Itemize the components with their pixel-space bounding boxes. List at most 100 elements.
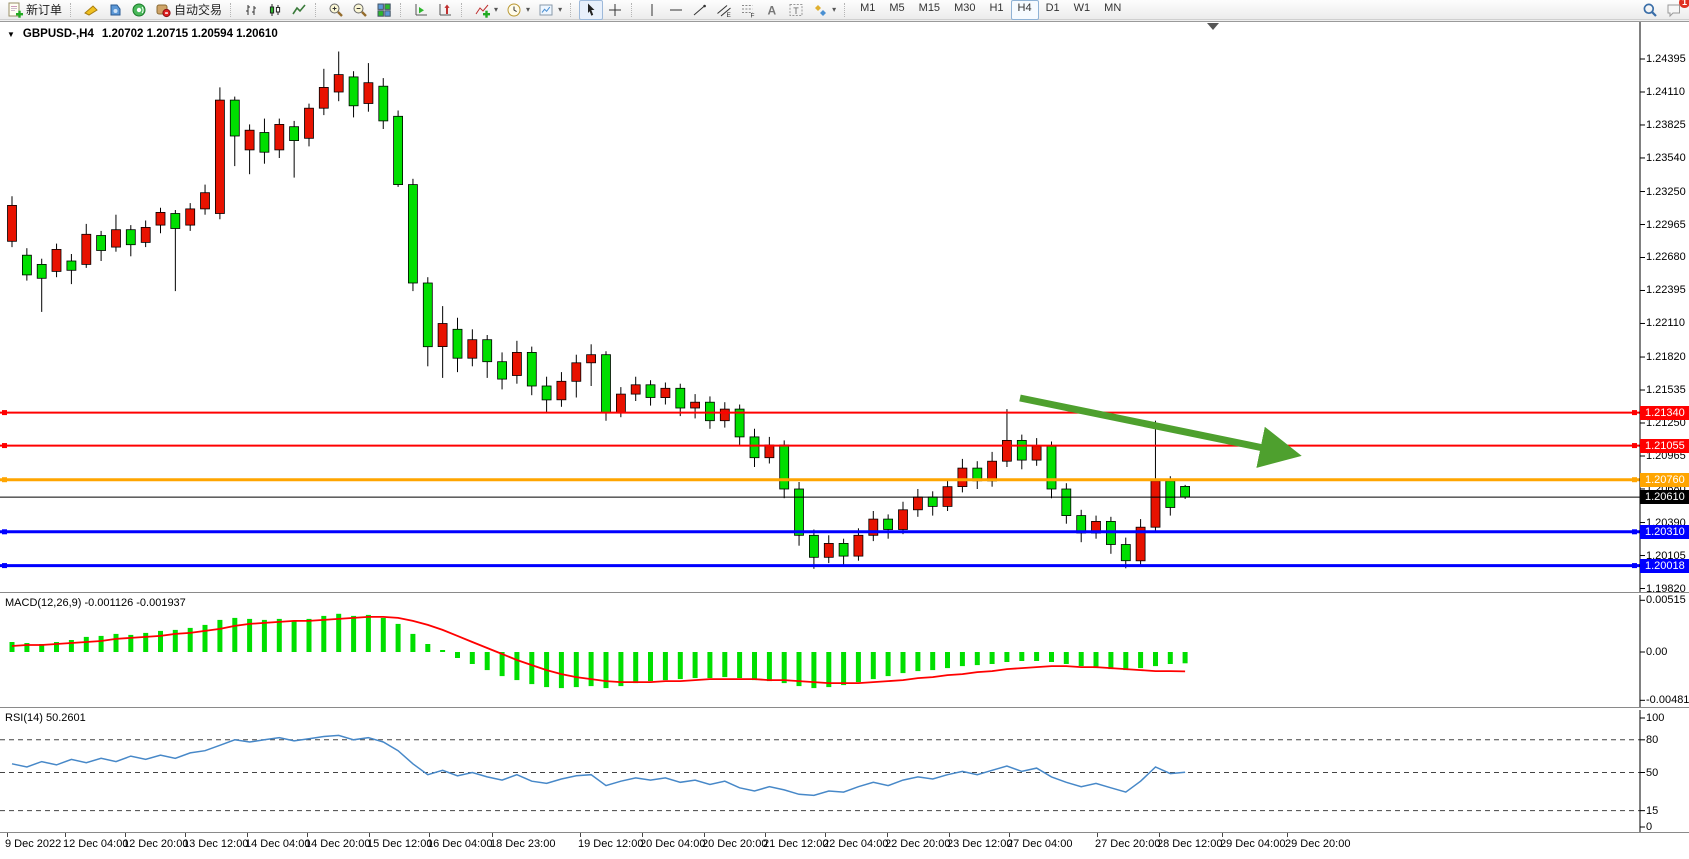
macd-histogram-bar (960, 652, 965, 666)
rsi-tick-label: 15 (1646, 806, 1658, 817)
macd-histogram-bar (217, 620, 222, 652)
timeframe-button-h4[interactable]: H4 (1011, 0, 1039, 20)
text-label-button[interactable]: T (784, 0, 808, 20)
chart-shift-marker[interactable] (1207, 23, 1219, 30)
chevron-down-icon[interactable]: ▾ (558, 5, 562, 14)
candle (631, 385, 640, 394)
line-chart-button[interactable] (287, 0, 311, 20)
macd-histogram-bar (455, 652, 460, 658)
autotrading-button[interactable]: 自动交易 (151, 0, 226, 20)
macd-tick-label: -0.004811 (1646, 695, 1689, 706)
auto-scroll-button[interactable] (409, 0, 433, 20)
candle (661, 388, 670, 397)
vertical-line-button[interactable] (640, 0, 664, 20)
timeframe-button-mn[interactable]: MN (1097, 0, 1128, 20)
bar-chart-button[interactable] (239, 0, 263, 20)
one-click-trading-toggle[interactable]: ▼ (7, 30, 15, 39)
svg-text:A: A (768, 3, 777, 17)
rsi-tick-label: 0 (1646, 822, 1652, 832)
support-line-2-handle[interactable] (2, 563, 7, 568)
time-axis[interactable]: 9 Dec 202212 Dec 04:0012 Dec 20:0013 Dec… (0, 832, 1689, 859)
pane-divider[interactable] (0, 707, 1689, 710)
price-tick-label: 1.22965 (1646, 220, 1686, 231)
macd-histogram-bar (351, 616, 356, 652)
crosshair-button[interactable] (603, 0, 627, 20)
resistance-line-2-handle[interactable] (1632, 443, 1637, 448)
timeframe-button-m30[interactable]: M30 (947, 0, 982, 20)
timeframe-button-w1[interactable]: W1 (1067, 0, 1098, 20)
horizontal-line-button[interactable] (664, 0, 688, 20)
support-line-1-handle[interactable] (2, 529, 7, 534)
new-order-button[interactable]: 新订单 (3, 0, 66, 20)
macd-histogram-bar (277, 619, 282, 652)
zoom-out-button[interactable] (348, 0, 372, 20)
time-tick (887, 833, 888, 837)
search-button[interactable] (1638, 0, 1662, 20)
cursor-button[interactable] (579, 0, 603, 20)
timeframe-button-d1[interactable]: D1 (1039, 0, 1067, 20)
rsi-plot[interactable] (0, 709, 1689, 832)
timeframe-button-h1[interactable]: H1 (982, 0, 1010, 20)
signals-icon (131, 2, 147, 18)
candle (720, 409, 729, 421)
periods-button[interactable]: ▾ (502, 0, 534, 20)
pane-divider[interactable] (0, 592, 1689, 595)
zoom-out-icon (352, 2, 368, 18)
chevron-down-icon[interactable]: ▾ (494, 5, 498, 14)
macd-histogram-bar (1108, 652, 1113, 669)
candle (334, 75, 343, 92)
fibonacci-button[interactable]: F (736, 0, 760, 20)
arrows-button[interactable]: ▾ (808, 0, 840, 20)
timeframe-button-m15[interactable]: M15 (912, 0, 947, 20)
chat-button[interactable]: 1 (1662, 0, 1686, 20)
templates-button[interactable]: ▾ (534, 0, 566, 20)
macd-histogram-bar (767, 652, 772, 681)
resistance-line-2-handle[interactable] (2, 443, 7, 448)
signals-button[interactable] (127, 0, 151, 20)
time-tick-label: 14 Dec 20:00 (305, 838, 370, 850)
channel-icon: E (716, 2, 732, 18)
macd-histogram-bar (514, 652, 519, 680)
market-button[interactable] (103, 0, 127, 20)
price-chart-pane[interactable]: ▼ GBPUSD-,H4 1.20702 1.20715 1.20594 1.2… (0, 21, 1689, 592)
price-plot[interactable] (0, 22, 1689, 592)
zoom-in-icon (328, 2, 344, 18)
candle (988, 461, 997, 481)
chevron-down-icon[interactable]: ▾ (526, 5, 530, 14)
trendline-button[interactable] (688, 0, 712, 20)
candle (423, 283, 432, 347)
zoom-in-button[interactable] (324, 0, 348, 20)
pivot-line-handle[interactable] (1632, 477, 1637, 482)
macd-histogram-bar (292, 621, 297, 652)
favorites-button[interactable] (79, 0, 103, 20)
macd-plot[interactable] (0, 594, 1689, 707)
tile-windows-icon (376, 2, 392, 18)
equidistant-channel-button[interactable]: E (712, 0, 736, 20)
resistance-line-1-handle[interactable] (2, 410, 7, 415)
pivot-line-handle[interactable] (2, 477, 7, 482)
candlestick-chart-button[interactable] (263, 0, 287, 20)
text-button[interactable]: A (760, 0, 784, 20)
market-icon (107, 2, 123, 18)
candle (97, 236, 106, 251)
macd-histogram-bar (1183, 652, 1188, 663)
chart-shift-button[interactable] (433, 0, 457, 20)
candle (1062, 489, 1071, 516)
indicators-button[interactable]: ▾ (470, 0, 502, 20)
rsi-pane[interactable]: RSI(14) 50.2601 1008050150 (0, 709, 1689, 832)
tile-windows-button[interactable] (372, 0, 396, 20)
macd-histogram-bar (1123, 652, 1128, 670)
timeframe-button-m5[interactable]: M5 (882, 0, 911, 20)
resistance-line-1-handle[interactable] (1632, 410, 1637, 415)
candle (8, 205, 17, 241)
time-tick (185, 833, 186, 837)
chart-shift-icon (437, 2, 453, 18)
chevron-down-icon[interactable]: ▾ (832, 5, 836, 14)
macd-histogram-bar (1004, 652, 1009, 662)
time-tick (1222, 833, 1223, 837)
support-line-2-handle[interactable] (1632, 563, 1637, 568)
line-chart-icon (291, 2, 307, 18)
macd-pane[interactable]: MACD(12,26,9) -0.001126 -0.001937 0.0051… (0, 594, 1689, 707)
timeframe-button-m1[interactable]: M1 (853, 0, 882, 20)
support-line-1-handle[interactable] (1632, 529, 1637, 534)
